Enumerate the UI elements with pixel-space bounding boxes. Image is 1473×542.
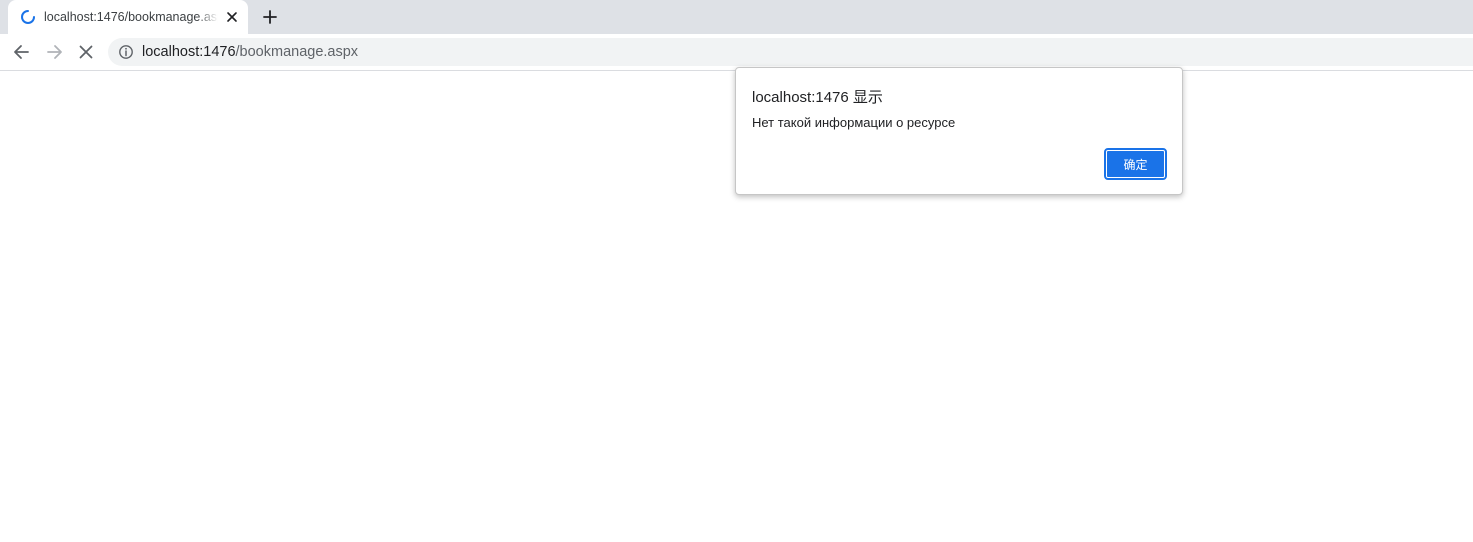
arrow-right-icon[interactable] bbox=[44, 42, 64, 62]
browser-toolbar: localhost:1476/bookmanage.aspx bbox=[0, 34, 1473, 71]
info-icon[interactable] bbox=[118, 44, 134, 60]
url-host: localhost:1476 bbox=[142, 44, 236, 60]
dialog-title: localhost:1476 显示 bbox=[752, 89, 883, 106]
url-text: localhost:1476/bookmanage.aspx bbox=[142, 44, 358, 60]
stop-loading-icon[interactable] bbox=[76, 42, 96, 62]
plus-icon[interactable] bbox=[260, 7, 280, 27]
close-icon[interactable] bbox=[224, 9, 240, 25]
address-bar[interactable]: localhost:1476/bookmanage.aspx bbox=[108, 38, 1473, 66]
browser-tab[interactable]: localhost:1476/bookmanage.aspx bbox=[8, 0, 248, 34]
dialog-message: Нет такой информации о ресурсе bbox=[752, 115, 956, 130]
arrow-left-icon[interactable] bbox=[12, 42, 32, 62]
url-path: /bookmanage.aspx bbox=[235, 44, 359, 60]
tab-strip: localhost:1476/bookmanage.aspx bbox=[0, 0, 1473, 34]
loading-spinner-icon bbox=[21, 10, 35, 24]
alert-dialog: localhost:1476 显示 Нет такой информации о… bbox=[735, 67, 1183, 195]
ok-button[interactable]: 确定 bbox=[1104, 148, 1167, 180]
tab-title: localhost:1476/bookmanage.aspx bbox=[44, 10, 218, 24]
